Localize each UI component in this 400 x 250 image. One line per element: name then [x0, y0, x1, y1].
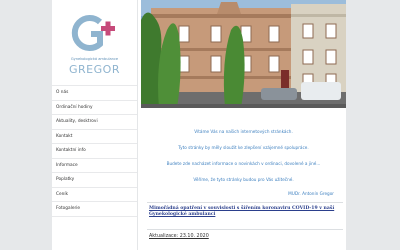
nav-item-informace[interactable]: Informace — [52, 157, 137, 173]
welcome-line: Vítáme Vás na našich internetových strán… — [194, 129, 293, 134]
nav-item-fotogalerie[interactable]: Fotogalerie — [52, 201, 137, 217]
logo-mark-icon — [71, 15, 115, 51]
welcome-line: Budete zde nacházet informace o novinkác… — [166, 161, 321, 166]
nav-item-o-nas[interactable]: O nás — [52, 85, 137, 100]
logo-name: GREGOR — [69, 63, 120, 76]
nav-item-cenik[interactable]: Ceník — [52, 186, 137, 202]
nav-item-ordinacni-hodiny[interactable]: Ordinační hodiny — [52, 99, 137, 115]
nav-item-kontaktni-info[interactable]: Kontaktní info — [52, 143, 137, 158]
building-illustration — [141, 0, 346, 108]
covid-notice-link[interactable]: Mimořádná opatření v souvislosti s šířen… — [149, 206, 339, 218]
last-updated: Aktualizace: 23.10. 2020 — [149, 234, 209, 239]
page-background-right — [346, 0, 400, 250]
main-nav: O nás Ordinační hodiny Aktuality, desktr… — [52, 85, 137, 217]
sidebar: Gynekologická ambulance GREGOR O nás Ord… — [52, 0, 138, 250]
page-container: Gynekologická ambulance GREGOR O nás Ord… — [52, 0, 346, 250]
welcome-text: Vítáme Vás na našich internetových strán… — [141, 124, 346, 188]
divider — [147, 202, 343, 203]
header-photo — [141, 0, 346, 108]
logo[interactable]: Gynekologická ambulance GREGOR — [52, 0, 137, 85]
nav-item-poplatky[interactable]: Poplatky — [52, 172, 137, 187]
nav-item-kontakt[interactable]: Kontakt — [52, 128, 137, 144]
page-background-left — [0, 0, 52, 250]
divider — [147, 229, 343, 230]
logo-subtitle: Gynekologická ambulance — [70, 57, 119, 61]
welcome-line: Tyto stránky by měly sloužit ke zlepšení… — [178, 145, 309, 150]
nav-item-aktuality[interactable]: Aktuality, desktrovi — [52, 114, 137, 129]
main-content: Vítáme Vás na našich internetových strán… — [141, 0, 346, 250]
signature: MUDr. Antonín Gregor — [288, 191, 334, 196]
welcome-line: Věříme, že tyto stránky budou pro Vás už… — [193, 177, 294, 182]
